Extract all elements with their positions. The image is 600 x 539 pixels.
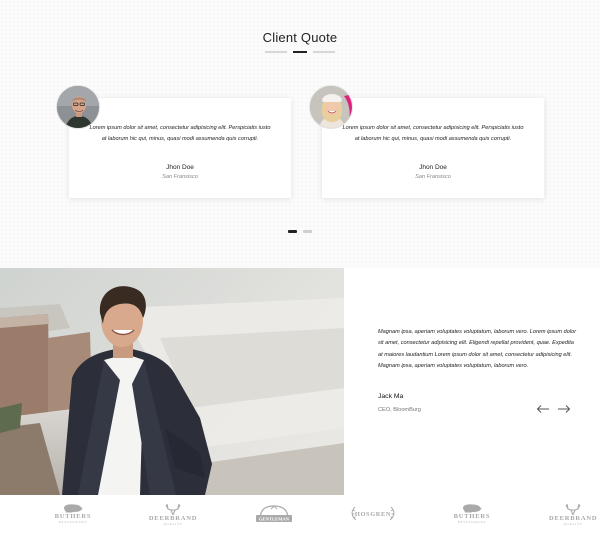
client-location: San Fransisco xyxy=(162,174,198,180)
brand-logos: BUTHERS RESTAURANT DEERBRAND QUALITY GEN… xyxy=(0,495,600,539)
brand-logo[interactable]: DEERBRAND QUALITY xyxy=(549,503,597,533)
section-title: Client Quote xyxy=(262,30,338,45)
brand-tagline: RESTAURANT xyxy=(58,520,88,524)
testimonial-role: CEO, BloomBurg xyxy=(378,407,421,413)
brand-logo[interactable]: BUTHERS RESTAURANT xyxy=(46,503,100,533)
brand-tagline: RESTAURANT xyxy=(457,520,487,524)
avatar xyxy=(56,85,100,129)
quote-text: Lorem ipsum dolor sit amet, consectetur … xyxy=(342,125,524,142)
client-location: San Fransisco xyxy=(415,174,451,180)
deer-icon xyxy=(565,503,581,515)
brand-logo[interactable]: GENTLEMAN xyxy=(252,503,296,533)
testimonial-photo xyxy=(0,268,344,495)
brand-name: DEERBRAND xyxy=(549,515,598,522)
brand-name: GENTLEMAN xyxy=(259,517,290,522)
client-quote-section: Client Quote Lorem ipsum dolor sit amet,… xyxy=(0,0,600,268)
avatar xyxy=(309,85,353,129)
testimonial-name: Jack Ma xyxy=(378,393,404,400)
brand-tagline: QUALITY xyxy=(163,522,183,526)
deer-icon xyxy=(165,503,181,515)
brand-logo[interactable]: DEERBRAND QUALITY xyxy=(148,503,198,533)
arrow-right-icon[interactable] xyxy=(557,404,571,414)
brand-name: DEERBRAND xyxy=(148,515,198,522)
carousel-dot[interactable] xyxy=(303,230,312,233)
brand-logo[interactable]: HOSGREN xyxy=(348,503,398,533)
quote-card: Lorem ipsum dolor sit amet, consectetur … xyxy=(69,98,291,198)
quote-card: Lorem ipsum dolor sit amet, consectetur … xyxy=(322,98,544,198)
wreath-icon: HOSGREN xyxy=(351,506,395,521)
pig-icon xyxy=(64,504,83,513)
brand-name: BUTHERS xyxy=(54,513,92,520)
brand-logo[interactable]: BUTHERS RESTAURANT xyxy=(445,503,499,533)
carousel-pagination xyxy=(288,230,314,233)
brand-name: BUTHERS xyxy=(453,513,491,520)
client-name: Jhon Doe xyxy=(166,164,194,171)
title-underline xyxy=(265,51,335,53)
pig-icon xyxy=(463,504,482,513)
quote-text: Lorem ipsum dolor sit amet, consectetur … xyxy=(89,125,271,142)
carousel-dot-active[interactable] xyxy=(288,230,297,233)
testimonial-panel: Magnam ipsa, aperiam voluptates voluptat… xyxy=(344,268,600,495)
badge-icon: GENTLEMAN xyxy=(256,505,292,522)
brand-name: HOSGREN xyxy=(355,511,391,518)
client-name: Jhon Doe xyxy=(419,164,447,171)
testimonial-quote: Magnam ipsa, aperiam voluptates voluptat… xyxy=(378,329,577,370)
arrow-left-icon[interactable] xyxy=(536,404,550,414)
brand-tagline: QUALITY xyxy=(563,522,583,526)
